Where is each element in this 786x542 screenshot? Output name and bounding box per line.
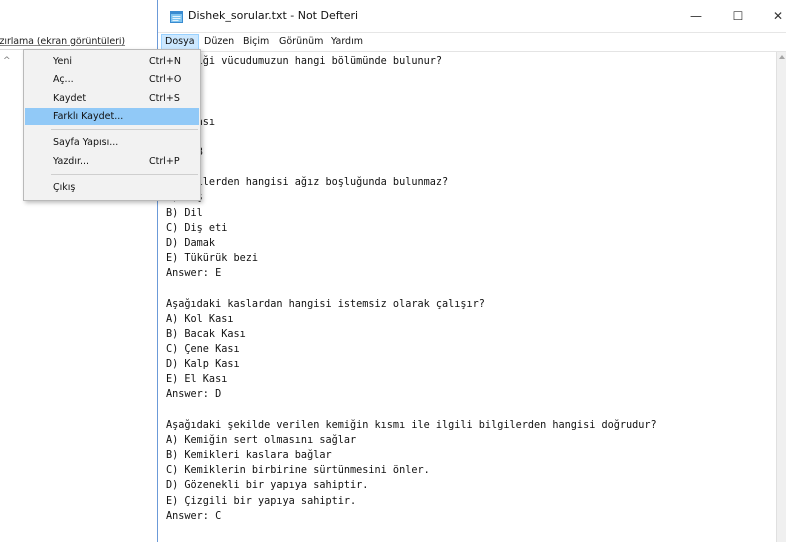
menu-item-ac[interactable]: Aç... Ctrl+O (25, 71, 199, 88)
text-line: Answer: C (166, 510, 222, 522)
text-line: D) Gözenekli bir yapıya sahiptir. (166, 480, 369, 492)
minimize-button[interactable]: — (676, 0, 716, 32)
menu-item-shortcut: Ctrl+S (149, 93, 180, 104)
text-line: E) Tükürük bezi (166, 253, 259, 265)
menu-item-farkli-kaydet[interactable]: Farklı Kaydet... (25, 108, 199, 125)
vertical-scrollbar[interactable] (776, 52, 786, 542)
background-window-header-text[interactable]: ızırlama (ekran görüntüleri) (0, 37, 125, 47)
menu-item-label: Aç... (53, 74, 74, 85)
text-line: r: B (166, 145, 657, 160)
text-line: Answer: E (166, 268, 222, 280)
menu-gorunum[interactable]: Görünüm (276, 35, 326, 49)
menu-duzen[interactable]: Düzen (201, 35, 237, 49)
maximize-icon: ☐ (732, 9, 744, 23)
text-line (166, 403, 657, 418)
text-line: Aşağıdaki kaslardan hangisi istemsiz ola… (166, 298, 485, 310)
window-title: Dishek_sorular.txt - Not Defteri (188, 9, 359, 22)
text-line: l (166, 69, 657, 84)
menu-item-shortcut: Ctrl+O (149, 74, 182, 85)
text-content[interactable]: kemiği vücudumuzun hangi bölümünde bulun… (166, 54, 657, 524)
file-menu-dropdown: Yeni Ctrl+N Aç... Ctrl+O Kaydet Ctrl+S F… (23, 49, 201, 201)
text-line: B) Dil (166, 207, 203, 219)
text-line: B) Kemikleri kaslara bağlar (166, 450, 332, 462)
menu-item-shortcut: Ctrl+N (149, 56, 181, 67)
menu-bicim[interactable]: Biçim (240, 35, 272, 49)
text-line: A) Kemiğin sert olmasını sağlar (166, 434, 357, 446)
text-line: E) Çizgili bir yapıya sahiptir. (166, 495, 357, 507)
text-line: Answer: D (166, 389, 222, 401)
menu-item-label: Çıkış (53, 182, 76, 193)
menu-item-yeni[interactable]: Yeni Ctrl+N (25, 53, 199, 70)
text-line: A) Kol Kası (166, 313, 234, 325)
close-icon: ✕ (772, 9, 784, 23)
text-line: vde (166, 99, 657, 114)
menu-bar: Dosya Düzen Biçim Görünüm Yardım (158, 33, 786, 52)
text-line: C) Kemiklerin birbirine sürtünmesini önl… (166, 465, 430, 477)
menu-item-shortcut: Ctrl+P (149, 156, 180, 167)
text-line: C) Çene Kası (166, 343, 240, 355)
menu-item-label: Yeni (53, 56, 73, 67)
notepad-titlebar[interactable]: Dishek_sorular.txt - Not Defteri — ☐ ✕ (158, 0, 786, 33)
text-line: A) Diş (166, 190, 657, 205)
text-line (166, 160, 657, 175)
text-line: D) Kalp Kası (166, 359, 240, 371)
menu-item-yazdir[interactable]: Yazdır... Ctrl+P (25, 153, 199, 170)
menu-item-cikis[interactable]: Çıkış (25, 179, 199, 196)
text-line: cak (166, 84, 657, 99)
menu-item-label: Yazdır... (53, 156, 90, 167)
text-line (166, 281, 657, 296)
text-line: E) El Kası (166, 374, 228, 386)
close-button[interactable]: ✕ (758, 0, 786, 32)
menu-dosya[interactable]: Dosya (161, 34, 199, 50)
menu-item-label: Farklı Kaydet... (53, 111, 124, 122)
notepad-app-icon (170, 11, 183, 23)
menu-item-sayfa-yapisi[interactable]: Sayfa Yapısı... (25, 134, 199, 151)
text-editor-area[interactable]: kemiği vücudumuzun hangi bölümünde bulun… (158, 52, 775, 542)
text-line: kemiği vücudumuzun hangi bölümünde bulun… (166, 56, 443, 67)
menu-item-label: Sayfa Yapısı... (53, 137, 119, 148)
menu-separator (51, 174, 198, 175)
menu-yardim[interactable]: Yardım (328, 35, 366, 49)
text-line: D) Damak (166, 237, 216, 249)
background-window-titlebar (0, 0, 157, 36)
menu-item-label: Kaydet (53, 93, 87, 104)
text-line: B) Bacak Kası (166, 328, 246, 340)
text-line: dakilerden hangisi ağız boşluğunda bulun… (166, 177, 449, 189)
maximize-button[interactable]: ☐ (718, 0, 758, 32)
menu-separator (51, 129, 198, 130)
text-line: fatası (166, 115, 657, 130)
minimize-icon: — (690, 9, 702, 23)
notepad-window: Dishek_sorular.txt - Not Defteri — ☐ ✕ D… (157, 0, 786, 542)
text-line: Aşağıdaki şekilde verilen kemiğin kısmı … (166, 419, 657, 431)
text-line: ak (166, 130, 657, 145)
menu-item-kaydet[interactable]: Kaydet Ctrl+S (25, 90, 199, 107)
text-line: C) Diş eti (166, 222, 228, 234)
collapse-caret-icon[interactable]: ^ (3, 56, 11, 66)
scroll-up-arrow-icon[interactable] (779, 55, 785, 59)
background-window-header[interactable]: ızırlama (ekran görüntüleri) (0, 37, 157, 49)
